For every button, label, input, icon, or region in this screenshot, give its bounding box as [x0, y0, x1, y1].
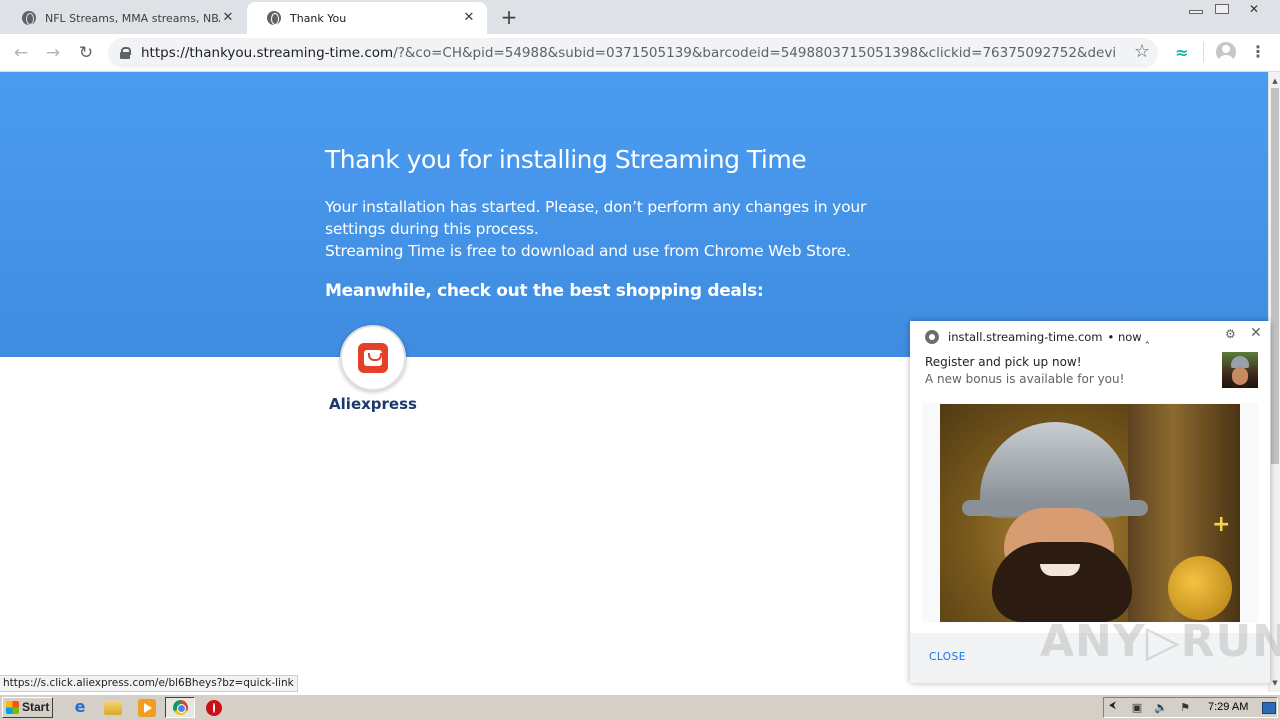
globe-icon [267, 11, 281, 25]
browser-toolbar: ← → ↻ https://thankyou.streaming-time.co… [0, 34, 1280, 72]
scroll-up-arrow-icon[interactable]: ▲ [1269, 74, 1280, 88]
windows-taskbar: Start e ⮜ ▣ 🔈 ⚑ 7:29 AM [0, 694, 1280, 720]
profile-avatar-icon[interactable] [1216, 42, 1236, 62]
deals-heading: Meanwhile, check out the best shopping d… [325, 281, 764, 301]
taskbar-chrome-button[interactable] [165, 697, 195, 718]
anyrun-watermark-logo: ANY▷RUN [1040, 616, 1280, 667]
address-bar[interactable]: https://thankyou.streaming-time.com/?&co… [108, 38, 1158, 68]
notification-time: • now ‸ [1107, 330, 1150, 344]
action-center-flag-icon[interactable]: ⚑ [1178, 701, 1192, 714]
chrome-menu-icon[interactable]: ⋮ [1250, 41, 1266, 63]
notification-settings-gear-icon[interactable]: ⚙ [1225, 327, 1236, 341]
restore-button[interactable] [1208, 0, 1236, 20]
chrome-icon [173, 700, 188, 715]
notification-header: install.streaming-time.com • now ‸ [925, 330, 1149, 344]
reload-button[interactable]: ↻ [74, 41, 98, 65]
scroll-thumb[interactable] [1271, 88, 1279, 464]
deal-aliexpress[interactable]: Aliexpress [328, 325, 418, 413]
windows-logo-icon [6, 701, 19, 714]
tab-nfl-streams[interactable]: NFL Streams, MMA streams, NBA streams ✕ [2, 2, 246, 34]
start-label: Start [22, 700, 50, 714]
toolbar-divider [1203, 42, 1204, 62]
tab-title: NFL Streams, MMA streams, NBA streams [45, 11, 220, 25]
extension-icon[interactable]: ≈ [1172, 43, 1192, 62]
show-desktop-icon[interactable] [1262, 702, 1276, 714]
taskbar-clock[interactable]: 7:29 AM [1208, 701, 1248, 713]
url-text[interactable]: https://thankyou.streaming-time.com/?&co… [141, 45, 1116, 61]
notification-origin: install.streaming-time.com [948, 330, 1103, 344]
notification-body: A new bonus is available for you! [925, 372, 1125, 386]
page-title: Thank you for installing Streaming Time [325, 145, 807, 174]
system-tray: ⮜ ▣ 🔈 ⚑ 7:29 AM [1103, 697, 1278, 718]
start-button[interactable]: Start [2, 697, 53, 718]
link-status-bubble: https://s.click.aliexpress.com/e/bl6Bhey… [0, 675, 298, 692]
chrome-icon [925, 330, 939, 344]
notification-thumbnail-image [1222, 352, 1258, 388]
tab-close-icon[interactable]: ✕ [461, 10, 477, 26]
globe-icon [22, 11, 36, 25]
close-window-button[interactable]: ✕ [1238, 0, 1270, 20]
back-button[interactable]: ← [9, 41, 33, 65]
deal-label[interactable]: Aliexpress [328, 395, 418, 413]
tab-strip: NFL Streams, MMA streams, NBA streams ✕ … [0, 0, 1280, 34]
tray-expand-arrow-icon[interactable]: ⮜ [1109, 700, 1116, 711]
tab-close-icon[interactable]: ✕ [220, 10, 236, 26]
scroll-down-arrow-icon[interactable]: ▼ [1269, 676, 1280, 690]
deal-icon-circle[interactable] [340, 325, 406, 391]
forward-button[interactable]: → [41, 41, 65, 65]
volume-icon[interactable]: 🔈 [1154, 701, 1168, 714]
opera-icon[interactable] [206, 700, 222, 716]
media-player-icon[interactable] [138, 699, 156, 717]
minimize-button[interactable] [1182, 0, 1210, 20]
install-message: Your installation has started. Please, d… [325, 196, 885, 262]
notification-close-icon[interactable]: ✕ [1250, 325, 1262, 341]
network-icon[interactable]: ▣ [1130, 701, 1144, 714]
notification-hero-image: + [940, 404, 1240, 622]
notification-close-button[interactable]: CLOSE [929, 651, 966, 663]
notification-image-frame: + [922, 403, 1258, 623]
aliexpress-bag-icon [358, 343, 388, 373]
lock-icon[interactable] [120, 47, 131, 59]
install-message-line: Streaming Time is free to download and u… [325, 242, 851, 260]
internet-explorer-icon[interactable]: e [71, 699, 89, 717]
bookmark-star-icon[interactable]: ☆ [1134, 41, 1150, 62]
folder-icon[interactable] [104, 701, 122, 715]
install-message-line: Your installation has started. Please, d… [325, 198, 867, 238]
tab-title: Thank You [290, 11, 347, 25]
tab-thank-you[interactable]: Thank You ✕ [247, 2, 487, 34]
notification-title: Register and pick up now! [925, 355, 1082, 369]
new-tab-button[interactable]: + [498, 6, 520, 28]
